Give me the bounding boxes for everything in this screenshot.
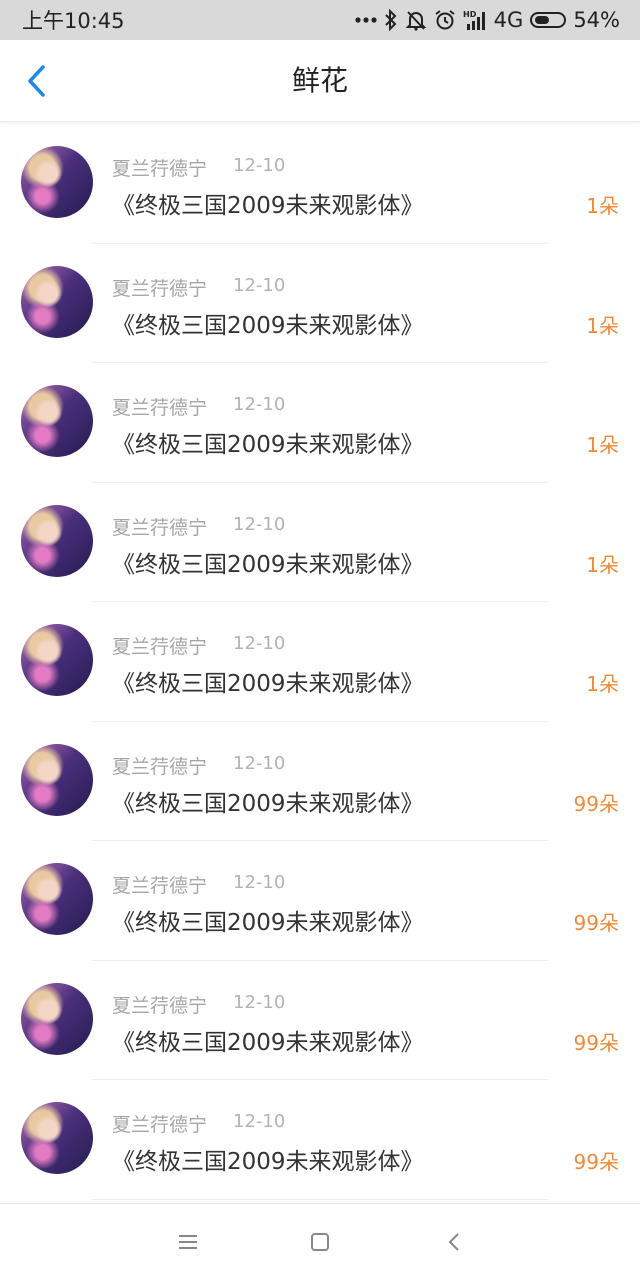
status-bar: 上午10:45 HD 4G 54% <box>0 0 640 40</box>
more-dots-icon <box>355 8 377 32</box>
flower-count: 99朵 <box>573 911 619 935</box>
home-button[interactable] <box>300 1222 340 1262</box>
page-title: 鲜花 <box>291 64 348 97</box>
avatar[interactable] <box>21 146 93 218</box>
home-square-icon <box>311 1233 329 1251</box>
book-title[interactable]: 《终极三国2009未来观影体》 <box>112 425 424 459</box>
list-item[interactable]: 夏兰荇德宁 12-10 《终极三国2009未来观影体》 1朵 <box>0 602 640 722</box>
book-title[interactable]: 《终极三国2009未来观影体》 <box>112 186 424 220</box>
flower-count: 1朵 <box>586 313 619 338</box>
flower-count: 99朵 <box>573 791 619 816</box>
status-icons: HD 4G 54% <box>355 8 620 32</box>
menu-icon <box>179 1235 197 1249</box>
book-title[interactable]: 《终极三国2009未来观影体》 <box>112 1023 424 1057</box>
list-item[interactable]: 夏兰荇德宁 12-10 《终极三国2009未来观影体》 99朵 <box>0 961 640 1080</box>
sender-name[interactable]: 夏兰荇德宁 <box>112 632 207 659</box>
battery-percent: 54% <box>573 8 620 32</box>
avatar[interactable] <box>21 1102 93 1174</box>
flower-list: 夏兰荇德宁 12-10 《终极三国2009未来观影体》 1朵 夏兰荇德宁 12-10 《终极… <box>0 124 640 1200</box>
list-item[interactable]: 夏兰荇德宁 12-10 《终极三国2009未来观影体》 1朵 <box>0 244 640 363</box>
gift-date: 12-10 <box>233 394 286 415</box>
avatar[interactable] <box>21 504 93 577</box>
mute-bell-icon <box>405 8 427 32</box>
gift-date: 12-10 <box>233 274 286 296</box>
list-item[interactable]: 夏兰荇德宁 12-10 《终极三国2009未来观影体》 1朵 <box>0 363 640 483</box>
book-title[interactable]: 《终极三国2009未来观影体》 <box>112 903 424 937</box>
status-time: 上午10:45 <box>22 9 125 33</box>
list-item[interactable]: 夏兰荇德宁 12-10 《终极三国2009未来观影体》 99朵 <box>0 722 640 841</box>
book-title[interactable]: 《终极三国2009未来观影体》 <box>112 664 424 698</box>
list-item[interactable]: 夏兰荇德宁 12-10 《终极三国2009未来观影体》 99朵 <box>0 841 640 961</box>
alarm-icon <box>434 8 456 32</box>
system-nav-bar <box>0 1203 640 1280</box>
system-back-button[interactable] <box>434 1222 474 1262</box>
flower-count: 1朵 <box>586 194 619 218</box>
gift-date: 12-10 <box>233 752 286 774</box>
gift-date: 12-10 <box>233 991 286 1013</box>
book-title[interactable]: 《终极三国2009未来观影体》 <box>112 545 424 579</box>
network-type: 4G <box>493 8 524 32</box>
flower-count: 1朵 <box>586 552 619 577</box>
sender-name[interactable]: 夏兰荇德宁 <box>112 513 207 540</box>
avatar[interactable] <box>21 982 93 1055</box>
gift-date: 12-10 <box>233 1111 286 1132</box>
avatar[interactable] <box>21 743 93 816</box>
flower-count: 99朵 <box>573 1030 619 1055</box>
back-triangle-icon <box>448 1233 459 1251</box>
avatar[interactable] <box>21 385 93 457</box>
book-title[interactable]: 《终极三国2009未来观影体》 <box>112 784 424 818</box>
svg-text:HD: HD <box>463 10 477 19</box>
gift-date: 12-10 <box>233 513 286 535</box>
app-header: 鲜花 <box>0 40 640 122</box>
menu-button[interactable] <box>168 1222 208 1262</box>
gift-date: 12-10 <box>233 872 286 893</box>
hd-signal-icon: HD <box>463 8 487 32</box>
flower-count: 1朵 <box>586 433 619 457</box>
sender-name[interactable]: 夏兰荇德宁 <box>112 991 207 1018</box>
book-title[interactable]: 《终极三国2009未来观影体》 <box>112 306 424 340</box>
list-item[interactable]: 夏兰荇德宁 12-10 《终极三国2009未来观影体》 1朵 <box>0 124 640 244</box>
sender-name[interactable]: 夏兰荇德宁 <box>112 871 207 898</box>
avatar[interactable] <box>21 624 93 696</box>
sender-name[interactable]: 夏兰荇德宁 <box>112 154 207 181</box>
sender-name[interactable]: 夏兰荇德宁 <box>112 274 207 301</box>
sender-name[interactable]: 夏兰荇德宁 <box>112 393 207 420</box>
flower-count: 99朵 <box>573 1150 619 1174</box>
avatar[interactable] <box>21 265 93 338</box>
battery-icon <box>530 8 567 32</box>
list-item[interactable]: 夏兰荇德宁 12-10 《终极三国2009未来观影体》 1朵 <box>0 483 640 602</box>
list-item[interactable]: 夏兰荇德宁 12-10 《终极三国2009未来观影体》 99朵 <box>0 1080 640 1200</box>
flower-count: 1朵 <box>586 672 619 696</box>
avatar[interactable] <box>21 863 93 935</box>
book-title[interactable]: 《终极三国2009未来观影体》 <box>112 1142 424 1176</box>
sender-name[interactable]: 夏兰荇德宁 <box>112 752 207 779</box>
bluetooth-icon <box>384 8 398 32</box>
row-divider <box>92 1198 548 1200</box>
sender-name[interactable]: 夏兰荇德宁 <box>112 1110 207 1137</box>
gift-date: 12-10 <box>233 633 286 654</box>
gift-date: 12-10 <box>233 155 286 176</box>
